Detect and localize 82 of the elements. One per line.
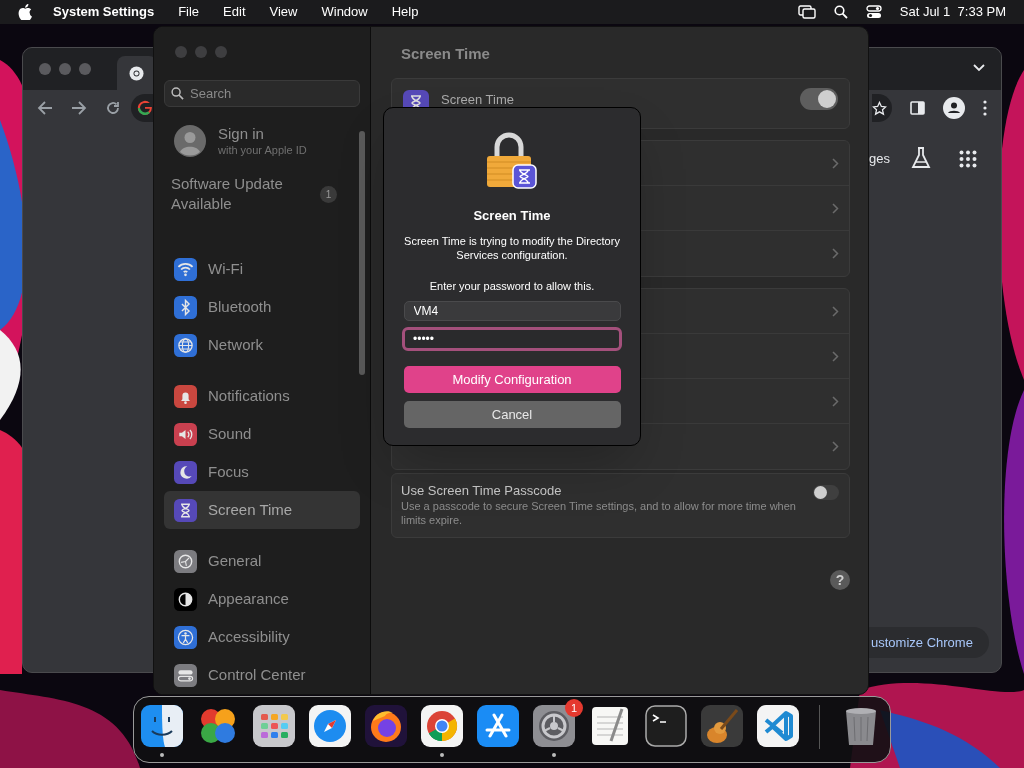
hourglass-icon [403,90,429,107]
sidebar-item[interactable]: Wi-Fi [164,250,360,288]
google-logo-icon [137,100,153,116]
menu-item[interactable]: Help [391,2,419,22]
chevron-right-icon[interactable] [832,248,839,259]
chevron-right-icon[interactable] [832,350,839,362]
chevron-right-icon[interactable] [832,395,839,407]
face-icon[interactable] [141,705,183,747]
software-update-label: Software Update Available [171,174,284,214]
setting-description: Use a passcode to secure Screen Time settings, and to allow for more time when limits expire. [401,499,797,527]
scroll-bar[interactable] [359,131,365,375]
menu-bar-clock[interactable]: Sat Jul 1 7:33 PM [899,2,1006,22]
notepad-icon[interactable] [589,705,631,747]
control-center-icon[interactable] [865,5,882,19]
help-button[interactable]: ? [830,570,850,590]
sidebar-item[interactable]: Bluetooth [164,288,360,326]
sidebar-item[interactable]: Notifications [164,377,360,415]
terminal-icon[interactable] [645,705,687,747]
app-store-icon[interactable] [477,705,519,747]
windows-icon[interactable] [797,5,816,19]
code-editor-icon[interactable] [757,705,799,747]
dialog-prompt: Enter your password to allow this. [429,278,595,294]
sidebar-item[interactable]: Control Center [164,656,360,694]
customize-chrome-button[interactable]: ustomize Chrome [869,627,989,658]
menu-item[interactable]: View [269,2,298,22]
back-icon[interactable] [37,100,53,116]
search-icon[interactable] [833,5,848,19]
sidebar-item[interactable]: General [164,542,360,580]
forward-icon[interactable] [71,100,87,116]
app-grid-icon[interactable] [253,705,295,747]
dialog-title: Screen Time [473,207,551,225]
chrome-logo-icon[interactable] [421,705,463,747]
images-link[interactable]: ges [869,149,890,169]
sidebar-item[interactable]: Appearance [164,580,360,618]
profile-icon[interactable] [943,97,965,119]
sidebar-item[interactable]: Focus [164,453,360,491]
apps-grid-icon[interactable] [959,150,977,168]
apple-id-row[interactable]: Sign in with your Apple ID [164,122,360,160]
guitar-icon[interactable] [701,705,743,747]
toggle-switch[interactable] [813,485,839,500]
more-menu-icon[interactable] [983,100,987,116]
username-field[interactable]: VM4 [403,301,621,321]
sidebar-item[interactable]: Sound [164,415,360,453]
chevron-right-icon[interactable] [832,157,839,169]
toggle-switch[interactable] [800,88,838,110]
menu-item[interactable]: Edit [223,2,246,22]
flask-icon[interactable] [911,147,931,169]
account-subtitle: with your Apple ID [218,143,307,157]
setting-label: Screen Time [441,93,514,106]
avatar-icon [174,125,206,157]
software-update-row[interactable]: Software Update Available 1 [164,174,360,214]
chevron-down-icon[interactable] [973,64,985,72]
cancel-button[interactable]: Cancel [403,401,621,428]
update-count-badge: 1 [320,185,337,203]
modify-configuration-button[interactable]: Modify Configuration [403,366,621,393]
password-field[interactable]: ••••• [402,327,622,351]
sidebar-item[interactable]: Screen Time [164,491,360,529]
address-bar[interactable] [131,94,153,122]
chevron-right-icon[interactable] [832,441,839,452]
star-icon[interactable] [872,100,887,116]
menu-item[interactable]: File [178,2,200,22]
apple-logo-icon[interactable] [18,4,32,20]
page-title: Screen Time [401,44,490,64]
notification-badge: 1 [565,699,583,717]
account-title: Sign in [218,125,265,143]
search-field[interactable]: Search [164,80,360,107]
fox-globe-icon[interactable] [365,705,407,747]
app-menu-title[interactable]: System Settings [53,2,155,22]
compass-icon[interactable] [309,705,351,747]
side-panel-icon[interactable] [910,101,925,115]
sidebar-item[interactable]: Network [164,326,360,364]
chrome-logo-icon [129,65,144,81]
dialog-message: Screen Time is trying to modify the Directory Services configuration. [404,233,620,262]
gear-icon[interactable] [533,705,575,747]
menu-item[interactable]: Window [321,2,368,22]
padlock-icon [486,131,538,189]
chevron-right-icon[interactable] [832,305,839,317]
sidebar-item[interactable]: Accessibility [164,618,360,656]
setting-label: Use Screen Time Passcode [401,483,563,499]
search-icon [171,87,184,100]
chevron-right-icon[interactable] [832,202,839,214]
reload-icon[interactable] [105,100,121,116]
